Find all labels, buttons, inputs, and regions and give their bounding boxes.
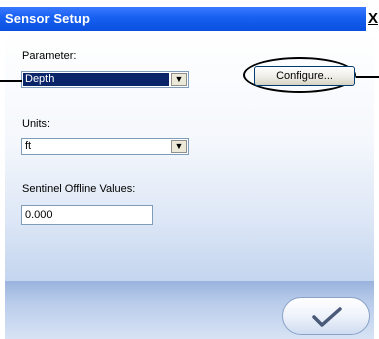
parameter-dropdown[interactable]: Depth ▼ bbox=[21, 71, 189, 88]
chevron-down-icon[interactable]: ▼ bbox=[171, 140, 187, 153]
callout-line-right bbox=[356, 76, 379, 78]
ok-button[interactable] bbox=[282, 297, 370, 335]
sentinel-value-input[interactable]: 0.000 bbox=[21, 205, 153, 225]
sentinel-value-text: 0.000 bbox=[25, 209, 53, 221]
sensor-setup-dialog: Sensor Setup X Parameter: Depth ▼ Config… bbox=[0, 0, 379, 339]
sentinel-label: Sentinel Offline Values: bbox=[22, 183, 136, 195]
parameter-label: Parameter: bbox=[22, 50, 77, 62]
close-button[interactable]: X bbox=[367, 11, 379, 27]
window-title: Sensor Setup bbox=[5, 11, 90, 26]
parameter-value: Depth bbox=[25, 73, 55, 85]
title-bar: Sensor Setup bbox=[0, 7, 366, 31]
units-dropdown[interactable]: ft ▼ bbox=[21, 138, 189, 155]
checkmark-icon bbox=[312, 307, 342, 327]
chevron-down-icon[interactable]: ▼ bbox=[171, 73, 187, 86]
callout-line-left bbox=[0, 80, 22, 82]
units-label: Units: bbox=[22, 118, 51, 130]
configure-button[interactable]: Configure... bbox=[254, 66, 355, 86]
units-value: ft bbox=[25, 140, 32, 152]
